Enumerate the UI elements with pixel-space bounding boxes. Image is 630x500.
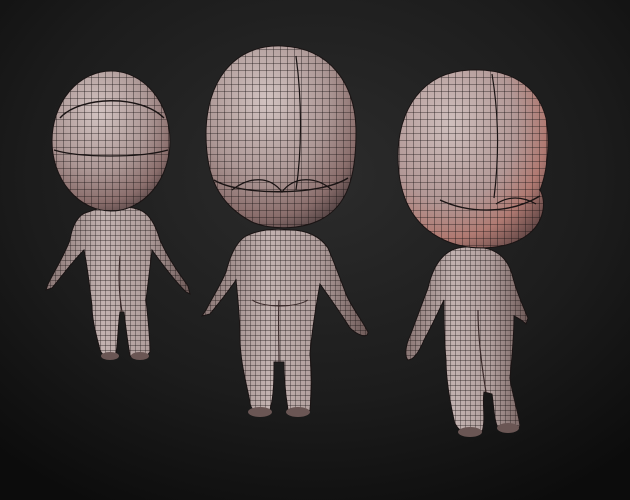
head-mesh <box>51 70 171 212</box>
render-viewport <box>0 0 630 500</box>
head-mesh <box>397 69 549 249</box>
head-mesh <box>205 45 357 229</box>
